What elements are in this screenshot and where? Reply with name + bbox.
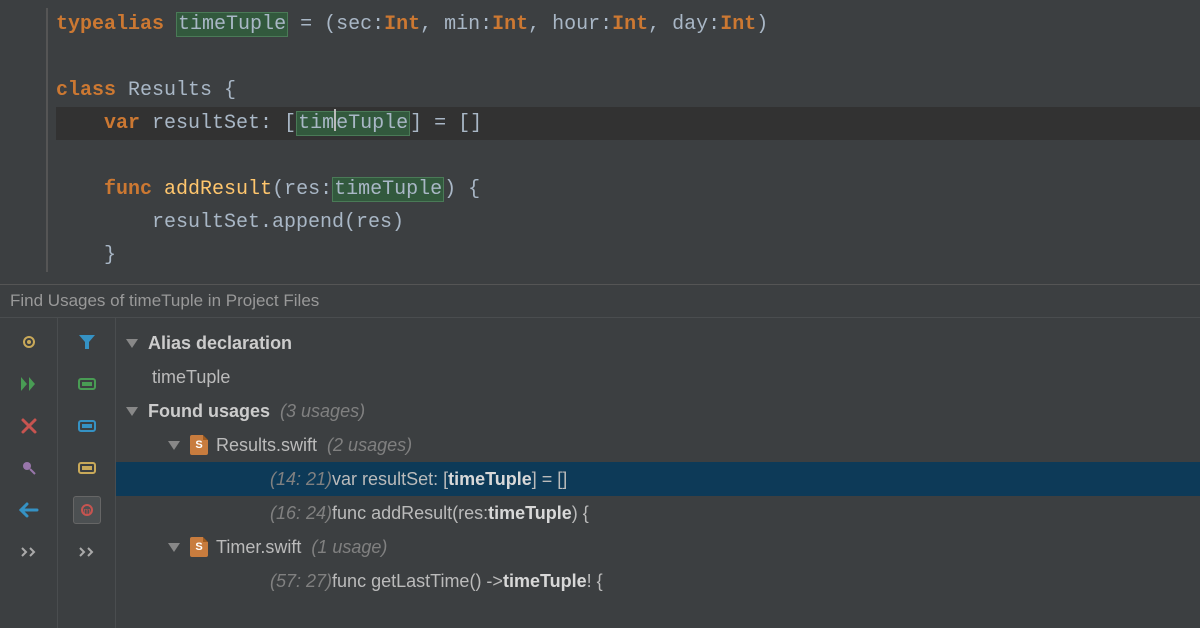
gutter	[0, 8, 48, 272]
swift-file-icon: S	[190, 537, 208, 557]
tree-usage-row[interactable]: (57: 27) func getLastTime() -> timeTuple…	[116, 564, 1200, 598]
code-line[interactable]: resultSet.append(res)	[56, 206, 1200, 239]
code-line[interactable]: typealias timeTuple = (sec:Int, min:Int,…	[56, 8, 1200, 41]
chevron-down-icon[interactable]	[168, 441, 180, 450]
code-line[interactable]: }	[56, 239, 1200, 272]
swift-file-icon: S	[190, 435, 208, 455]
tree-file-results[interactable]: S Results.swift (2 usages)	[116, 428, 1200, 462]
usages-tree[interactable]: Alias declaration timeTuple Found usages…	[116, 318, 1200, 628]
find-toolbar-right: m	[58, 318, 116, 628]
find-usages-header: Find Usages of timeTuple in Project File…	[0, 284, 1200, 318]
close-icon[interactable]	[15, 412, 43, 440]
chevron-down-icon[interactable]	[168, 543, 180, 552]
tree-item-alias[interactable]: timeTuple	[116, 360, 1200, 394]
code-line-current[interactable]: var resultSet: [timeTuple] = []	[56, 107, 1200, 140]
find-usages-panel: m Alias declaration timeTuple Found usag…	[0, 318, 1200, 628]
code-line[interactable]: func addResult(res:timeTuple) {	[56, 173, 1200, 206]
tree-usage-row[interactable]: (14: 21) var resultSet: [timeTuple] = []	[116, 462, 1200, 496]
code-line[interactable]	[56, 41, 1200, 74]
filter-icon[interactable]	[73, 328, 101, 356]
more-icon[interactable]	[15, 538, 43, 566]
chevron-down-icon[interactable]	[126, 407, 138, 416]
code-line[interactable]: class Results {	[56, 74, 1200, 107]
chevron-down-icon[interactable]	[126, 339, 138, 348]
settings-icon[interactable]	[15, 328, 43, 356]
find-toolbar-left	[0, 318, 58, 628]
tree-usage-row[interactable]: (16: 24) func addResult(res:timeTuple) {	[116, 496, 1200, 530]
more2-icon[interactable]	[73, 538, 101, 566]
group-read-icon[interactable]	[73, 370, 101, 398]
group-import-icon[interactable]	[73, 454, 101, 482]
tree-file-timer[interactable]: S Timer.swift (1 usage)	[116, 530, 1200, 564]
back-icon[interactable]	[15, 496, 43, 524]
code-editor[interactable]: typealias timeTuple = (sec:Int, min:Int,…	[0, 0, 1200, 284]
tree-group-alias[interactable]: Alias declaration	[116, 326, 1200, 360]
code-line[interactable]	[56, 140, 1200, 173]
rerun-icon[interactable]	[15, 370, 43, 398]
group-write-icon[interactable]	[73, 412, 101, 440]
pin-icon[interactable]	[15, 454, 43, 482]
tree-group-found[interactable]: Found usages (3 usages)	[116, 394, 1200, 428]
svg-text:m: m	[83, 506, 91, 516]
merge-icon[interactable]: m	[73, 496, 101, 524]
